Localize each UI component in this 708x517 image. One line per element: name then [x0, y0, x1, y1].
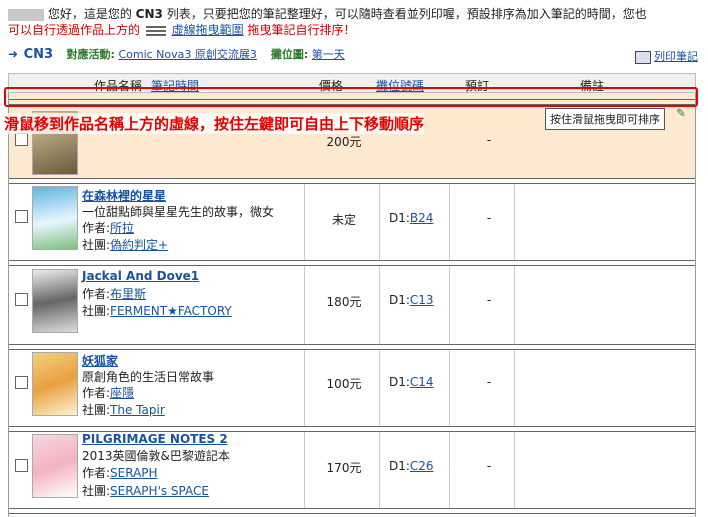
author-link[interactable]: 座隱	[110, 386, 134, 400]
event-link[interactable]: Comic Nova3 原創交流展3	[118, 48, 256, 61]
price: 未定	[331, 213, 356, 227]
loc-prefix: D1:	[389, 293, 410, 307]
redacted-username	[8, 8, 44, 21]
booth-map-link[interactable]: 第一天	[312, 48, 345, 61]
item-desc: 一位甜點師與星星先生的故事，微女	[82, 205, 275, 219]
cover-image	[32, 186, 78, 250]
item-desc: 2013英國倫敦&巴黎遊記本	[82, 449, 230, 463]
circle-link[interactable]: The Tapir	[110, 403, 165, 417]
item-title[interactable]: 在森林裡的星星	[82, 187, 166, 204]
drag-handle[interactable]	[9, 178, 695, 184]
reserve: -	[486, 459, 492, 473]
list-header: ➜ CN3 對應活動: Comic Nova3 原創交流展3 攤位圖: 第一天 …	[8, 46, 698, 66]
booth-link[interactable]: B24	[410, 211, 434, 225]
reserve: -	[486, 211, 492, 225]
circle-label: 社團:	[82, 304, 111, 318]
drag-zone-highlight	[4, 87, 698, 107]
row-checkbox[interactable]	[15, 376, 28, 389]
item-title[interactable]: Jackal And Dove1	[82, 269, 199, 283]
printer-icon	[635, 50, 651, 64]
list-item[interactable]: 在森林裡的星星 一位甜點師與星星先生的故事，微女 作者:所拉 社團:偽約判定+ …	[8, 178, 696, 260]
row-checkbox[interactable]	[15, 133, 28, 146]
row-checkbox[interactable]	[15, 459, 28, 472]
drag-handle[interactable]	[9, 508, 695, 514]
item-title[interactable]: PILGRIMAGE NOTES 2	[82, 432, 228, 446]
list-item[interactable]: 妖狐家 原創角色的生活日常故事 作者:座隱 社團:The Tapir 100元 …	[8, 344, 696, 426]
arrow-icon: ➜	[8, 47, 19, 61]
drag-range-link[interactable]: 虛線拖曳範圍	[172, 23, 244, 37]
author-label: 作者:	[82, 287, 111, 301]
circle-label: 社團:	[82, 484, 111, 498]
circle-link[interactable]: SERAPH's SPACE	[110, 484, 209, 498]
print-notes-link[interactable]: 列印筆記	[654, 50, 698, 63]
booth-label: 攤位圖:	[270, 48, 309, 61]
intro-cn3: CN3	[135, 7, 163, 21]
item-title[interactable]: 妖狐家	[82, 352, 118, 369]
loc-prefix: D1:	[389, 375, 410, 389]
cover-image	[32, 269, 78, 333]
intro-desc: 列表，只要把您的筆記整理好，可以隨時查看並列印喔，預設排序為加入筆記的時間，您也	[166, 7, 647, 21]
reserve: -	[486, 293, 492, 307]
author-label: 作者:	[82, 386, 111, 400]
drag-handle[interactable]	[9, 344, 695, 350]
circle-label: 社團:	[82, 403, 111, 417]
cover-image	[32, 352, 78, 416]
drag-handle[interactable]	[9, 260, 695, 266]
author-link[interactable]: 所拉	[110, 221, 134, 235]
reserve: -	[486, 375, 492, 389]
booth-link[interactable]: C26	[410, 459, 434, 473]
list-item[interactable]: PILGRIMAGE NOTES 2 2013英國倫敦&巴黎遊記本 作者:SER…	[8, 426, 696, 508]
event-label: 對應活動:	[66, 48, 115, 61]
drag-tooltip: 按住滑鼠拖曳即可排序	[545, 108, 665, 130]
author-label: 作者:	[82, 466, 111, 480]
price: 200元	[326, 135, 362, 149]
list-title: CN3	[23, 47, 54, 62]
intro-red-1: 可以自行透過作品上方的	[8, 23, 141, 37]
dashed-line-icon	[145, 25, 166, 36]
price: 100元	[326, 377, 362, 391]
intro-greeting: 您好，這是您的	[47, 7, 132, 21]
circle-link[interactable]: 偽約判定+	[110, 238, 168, 252]
price: 180元	[326, 295, 362, 309]
loc-prefix: D1:	[389, 211, 410, 225]
intro-red-2: 拖曳筆記自行排序！	[247, 23, 356, 37]
reserve: -	[486, 133, 492, 147]
item-desc: 原創角色的生活日常故事	[82, 370, 215, 384]
loc-prefix: D1:	[389, 459, 410, 473]
row-checkbox[interactable]	[15, 293, 28, 306]
author-label: 作者:	[82, 221, 111, 235]
circle-label: 社團:	[82, 238, 111, 252]
print-notes[interactable]: 列印筆記	[635, 48, 698, 64]
booth-link[interactable]: C13	[410, 293, 434, 307]
cover-image	[32, 434, 78, 498]
author-link[interactable]: 布里斯	[110, 287, 146, 301]
booth-link[interactable]: C14	[410, 375, 434, 389]
row-checkbox[interactable]	[15, 210, 28, 223]
price: 170元	[326, 461, 362, 475]
edit-icon[interactable]: ✎	[676, 106, 686, 120]
intro-text: 您好，這是您的 CN3 列表，只要把您的筆記整理好，可以隨時查看並列印喔，預設排…	[8, 6, 698, 38]
circle-link[interactable]: FERMENT★FACTORY	[110, 304, 232, 318]
drag-hint: 滑鼠移到作品名稱上方的虛線，按住左鍵即可自由上下移動順序	[4, 113, 425, 134]
author-link[interactable]: SERAPH	[110, 466, 158, 480]
list-item[interactable]: Jackal And Dove1 作者:布里斯 社團:FERMENT★FACTO…	[8, 260, 696, 344]
list-item[interactable]	[8, 508, 696, 517]
